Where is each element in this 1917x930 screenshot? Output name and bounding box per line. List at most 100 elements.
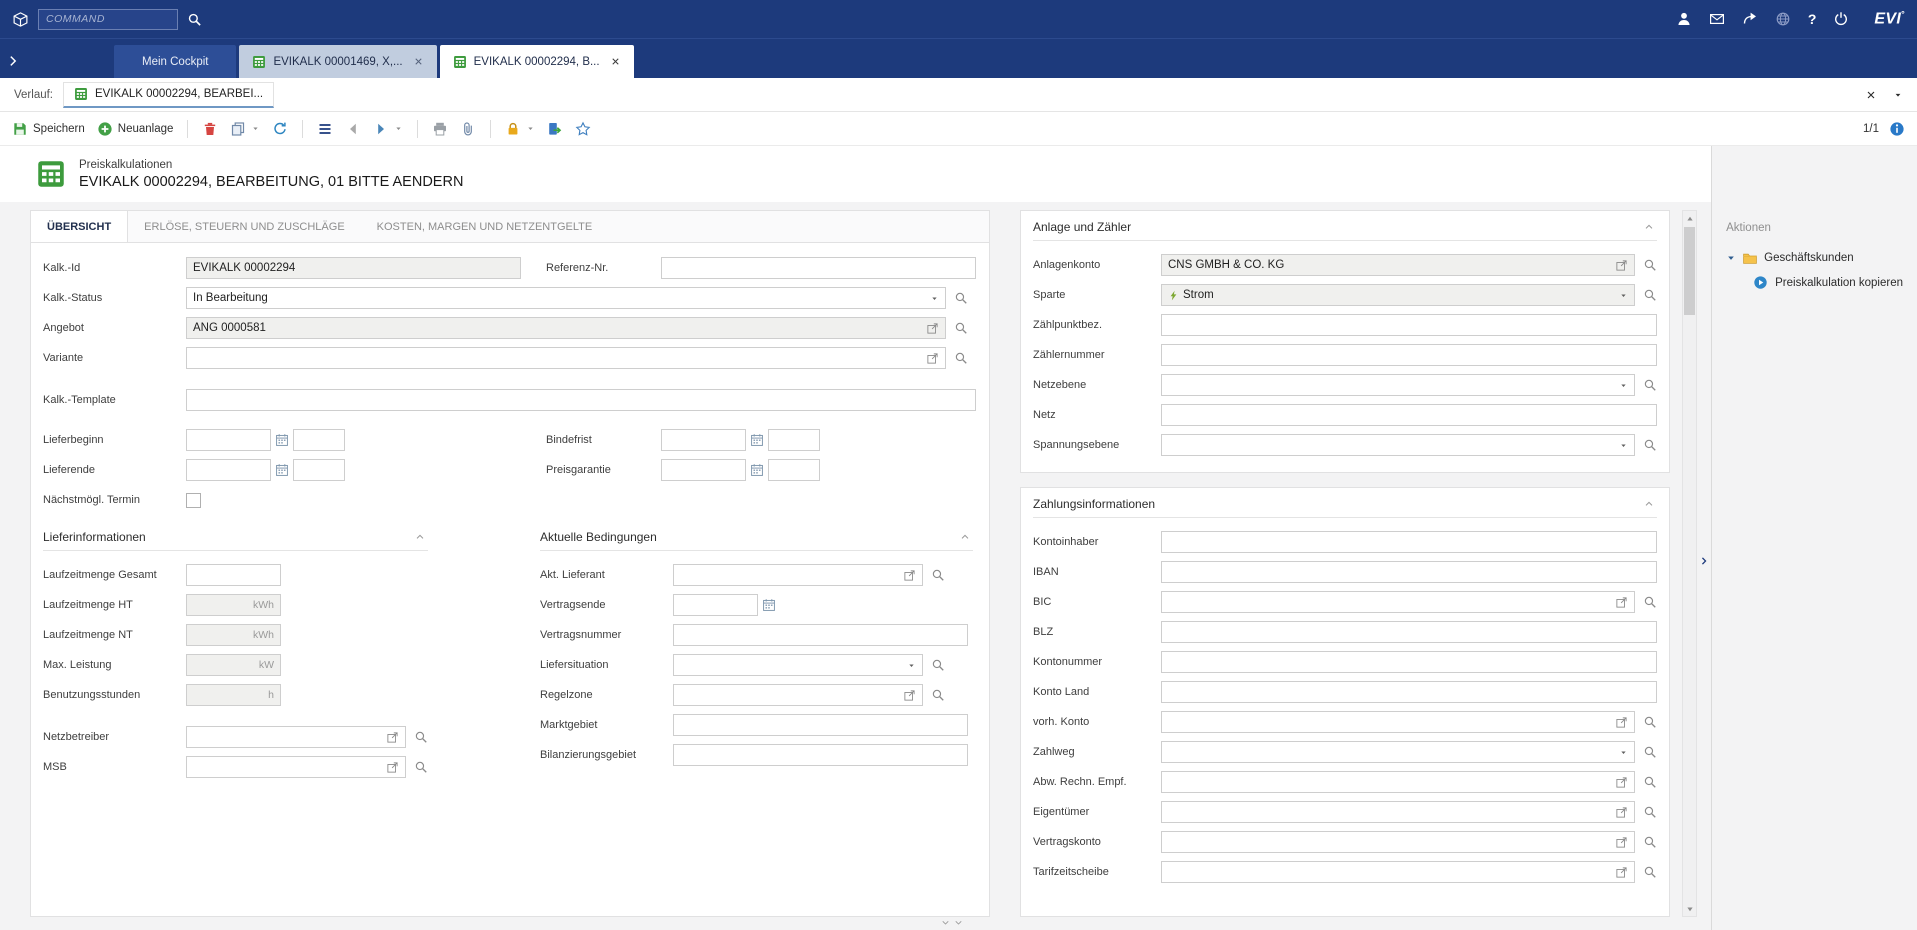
input-bilanzierungsgebiet[interactable] bbox=[673, 744, 968, 766]
input-zaehlpunktbez[interactable] bbox=[1161, 314, 1657, 336]
user-icon[interactable] bbox=[1676, 11, 1692, 27]
input-laufzeitmenge-gesamt[interactable] bbox=[186, 564, 281, 586]
close-icon[interactable] bbox=[1865, 89, 1877, 101]
search-icon[interactable] bbox=[414, 730, 428, 744]
input-max-leistung[interactable]: kW bbox=[186, 654, 281, 676]
open-record-icon[interactable] bbox=[1615, 806, 1628, 819]
open-record-icon[interactable] bbox=[1615, 866, 1628, 879]
search-icon[interactable] bbox=[931, 568, 945, 582]
input-preisgarantie-date[interactable] bbox=[661, 459, 746, 481]
action-item-preiskalkulation-kopieren[interactable]: Preiskalkulation kopieren bbox=[1753, 275, 1903, 290]
search-icon[interactable] bbox=[954, 291, 968, 305]
lookup-input-regelzone[interactable] bbox=[673, 684, 923, 706]
dropdown-input-zahlweg[interactable] bbox=[1161, 741, 1635, 763]
tab-uebersicht[interactable]: ÜBERSICHT bbox=[31, 211, 128, 242]
chevron-down-icon[interactable] bbox=[1619, 291, 1628, 300]
scroll-down-icon[interactable] bbox=[1684, 901, 1696, 916]
copy-button[interactable] bbox=[230, 121, 260, 137]
search-icon[interactable] bbox=[954, 351, 968, 365]
calendar-icon[interactable] bbox=[762, 598, 776, 612]
lookup-input-tarifzeitscheibe[interactable] bbox=[1161, 861, 1635, 883]
save-button[interactable]: Speichern bbox=[12, 121, 85, 137]
input-laufzeitmenge-nt[interactable]: kWh bbox=[186, 624, 281, 646]
tab-list-expander[interactable] bbox=[0, 44, 26, 78]
search-icon[interactable] bbox=[1643, 775, 1657, 789]
tab-erloese-steuern-und-zuschlaege[interactable]: ERLÖSE, STEUERN UND ZUSCHLÄGE bbox=[128, 211, 360, 242]
lookup-input-vertragskonto[interactable] bbox=[1161, 831, 1635, 853]
input-bindefrist-time[interactable] bbox=[768, 429, 820, 451]
chevron-down-icon[interactable] bbox=[1619, 748, 1628, 757]
close-icon[interactable] bbox=[413, 56, 424, 67]
dropdown-input-netzebene[interactable] bbox=[1161, 374, 1635, 396]
input-vertragsende-date[interactable] bbox=[673, 594, 758, 616]
new-button[interactable]: Neuanlage bbox=[97, 121, 174, 137]
lookup-input-abw-rechn-empf[interactable] bbox=[1161, 771, 1635, 793]
forward-button[interactable] bbox=[373, 121, 403, 137]
permissions-button[interactable] bbox=[547, 121, 563, 137]
search-icon[interactable] bbox=[1643, 805, 1657, 819]
input-zaehlernummer[interactable] bbox=[1161, 344, 1657, 366]
calendar-icon[interactable] bbox=[750, 463, 764, 477]
chevron-down-icon[interactable] bbox=[1619, 381, 1628, 390]
input-blz[interactable] bbox=[1161, 621, 1657, 643]
open-record-icon[interactable] bbox=[386, 731, 399, 744]
search-icon[interactable] bbox=[931, 658, 945, 672]
refresh-button[interactable] bbox=[272, 121, 288, 137]
lookup-input-variante[interactable] bbox=[186, 347, 946, 369]
back-button[interactable] bbox=[345, 121, 361, 137]
menu-button[interactable] bbox=[317, 121, 333, 137]
panel-resize-handle[interactable] bbox=[940, 917, 964, 928]
history-item[interactable]: EVIKALK 00002294, BEARBEI... bbox=[63, 82, 274, 108]
lookup-input-netzbetrei-ber[interactable] bbox=[186, 726, 406, 748]
calendar-icon[interactable] bbox=[275, 463, 289, 477]
help-icon[interactable]: ? bbox=[1808, 11, 1817, 27]
search-icon[interactable] bbox=[1643, 835, 1657, 849]
input-netz[interactable] bbox=[1161, 404, 1657, 426]
open-record-icon[interactable] bbox=[903, 569, 916, 582]
lookup-input-angebot[interactable]: ANG 0000581 bbox=[186, 317, 946, 339]
open-record-icon[interactable] bbox=[903, 689, 916, 702]
input-kalk-template[interactable] bbox=[186, 389, 976, 411]
vertical-scrollbar[interactable] bbox=[1682, 210, 1697, 917]
input-lieferbeginn-date[interactable] bbox=[186, 429, 271, 451]
search-icon[interactable] bbox=[1643, 745, 1657, 759]
input-lieferende-date[interactable] bbox=[186, 459, 271, 481]
redo-icon[interactable] bbox=[1742, 11, 1758, 27]
globe-icon[interactable] bbox=[1775, 11, 1791, 27]
search-icon[interactable] bbox=[954, 321, 968, 335]
open-record-icon[interactable] bbox=[1615, 596, 1628, 609]
lookup-input-vorh-konto[interactable] bbox=[1161, 711, 1635, 733]
collapse-actions-handle[interactable] bbox=[1699, 550, 1711, 572]
chevron-down-icon[interactable] bbox=[1893, 90, 1903, 100]
attachment-button[interactable] bbox=[460, 121, 476, 137]
mail-icon[interactable] bbox=[1709, 11, 1725, 27]
tree-group-geschaeftskunden[interactable]: Geschäftskunden bbox=[1726, 250, 1903, 266]
print-button[interactable] bbox=[432, 121, 448, 137]
collapse-icon[interactable] bbox=[1643, 498, 1655, 510]
tab-document-1[interactable]: EVIKALK 00001469, X,... bbox=[239, 45, 436, 78]
checkbox-naechstmoegl-termin[interactable] bbox=[186, 493, 201, 508]
input-vertragsnummer[interactable] bbox=[673, 624, 968, 646]
lookup-input-eigentuemer[interactable] bbox=[1161, 801, 1635, 823]
input-lieferende-time[interactable] bbox=[293, 459, 345, 481]
input-preisgarantie-time[interactable] bbox=[768, 459, 820, 481]
calendar-icon[interactable] bbox=[750, 433, 764, 447]
lock-button[interactable] bbox=[505, 121, 535, 137]
lookup-input-msb[interactable] bbox=[186, 756, 406, 778]
lookup-input-bic[interactable] bbox=[1161, 591, 1635, 613]
tab-document-2[interactable]: EVIKALK 00002294, B... bbox=[440, 45, 634, 78]
open-record-icon[interactable] bbox=[1615, 776, 1628, 789]
input-lieferbeginn-time[interactable] bbox=[293, 429, 345, 451]
collapse-icon[interactable] bbox=[414, 531, 426, 543]
search-icon[interactable] bbox=[1643, 715, 1657, 729]
search-icon[interactable] bbox=[414, 760, 428, 774]
input-kontoinhaber[interactable] bbox=[1161, 531, 1657, 553]
tab-kosten-margen-und-netzentgelte[interactable]: KOSTEN, MARGEN UND NETZENTGELTE bbox=[361, 211, 609, 242]
info-icon[interactable] bbox=[1889, 121, 1905, 137]
input-kontonummer[interactable] bbox=[1161, 651, 1657, 673]
scroll-up-icon[interactable] bbox=[1684, 211, 1696, 226]
dropdown-input-spannungsebene[interactable] bbox=[1161, 434, 1635, 456]
input-benutzungsstunden[interactable]: h bbox=[186, 684, 281, 706]
dropdown-input-liefersituation[interactable] bbox=[673, 654, 923, 676]
chevron-down-icon[interactable] bbox=[1619, 441, 1628, 450]
